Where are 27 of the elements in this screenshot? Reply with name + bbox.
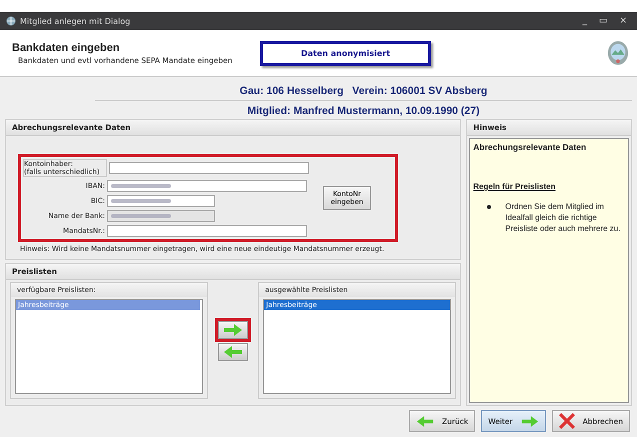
hint-heading: Abrechungsrelevante Daten	[473, 142, 588, 152]
club-info: Gau: 106 Hesselberg Verein: 106001 SV Absberg	[95, 85, 632, 101]
bullet-icon	[487, 205, 492, 209]
input-field[interactable]	[107, 180, 307, 192]
member-info: Mitglied: Manfred Mustermann, 10.09.1990 (27)	[246, 104, 481, 117]
hint-subheading: Regeln für Preislisten	[473, 182, 557, 191]
right-arrow-icon	[223, 324, 244, 336]
window-control[interactable]: ×	[615, 16, 631, 26]
right-arrow-icon	[520, 416, 539, 426]
window-title: Mitglied anlegen mit Dialog	[20, 16, 132, 26]
blurred-value	[111, 198, 171, 204]
crest-icon	[607, 40, 629, 66]
close-icon	[558, 413, 575, 429]
left-arrow-icon	[223, 346, 244, 358]
input-field[interactable]	[109, 162, 309, 174]
globe-icon	[6, 16, 16, 26]
anonymized-label: Daten anonymisiert	[260, 40, 432, 66]
move-button[interactable]	[218, 342, 248, 360]
blurred-value	[111, 213, 171, 219]
window-control[interactable]: _	[578, 16, 591, 26]
hint-text: Ordnen Sie dem Mitglied im Idealfall gleich die richtige Preisliste oder auch mehrere zu.	[505, 201, 622, 235]
blurred-value	[111, 183, 171, 189]
left-arrow-icon	[416, 416, 434, 426]
input-field[interactable]	[107, 225, 307, 237]
window-control[interactable]: ▭	[594, 16, 612, 26]
input-field[interactable]	[107, 195, 215, 207]
page-title: Bankdaten eingeben	[12, 42, 121, 54]
